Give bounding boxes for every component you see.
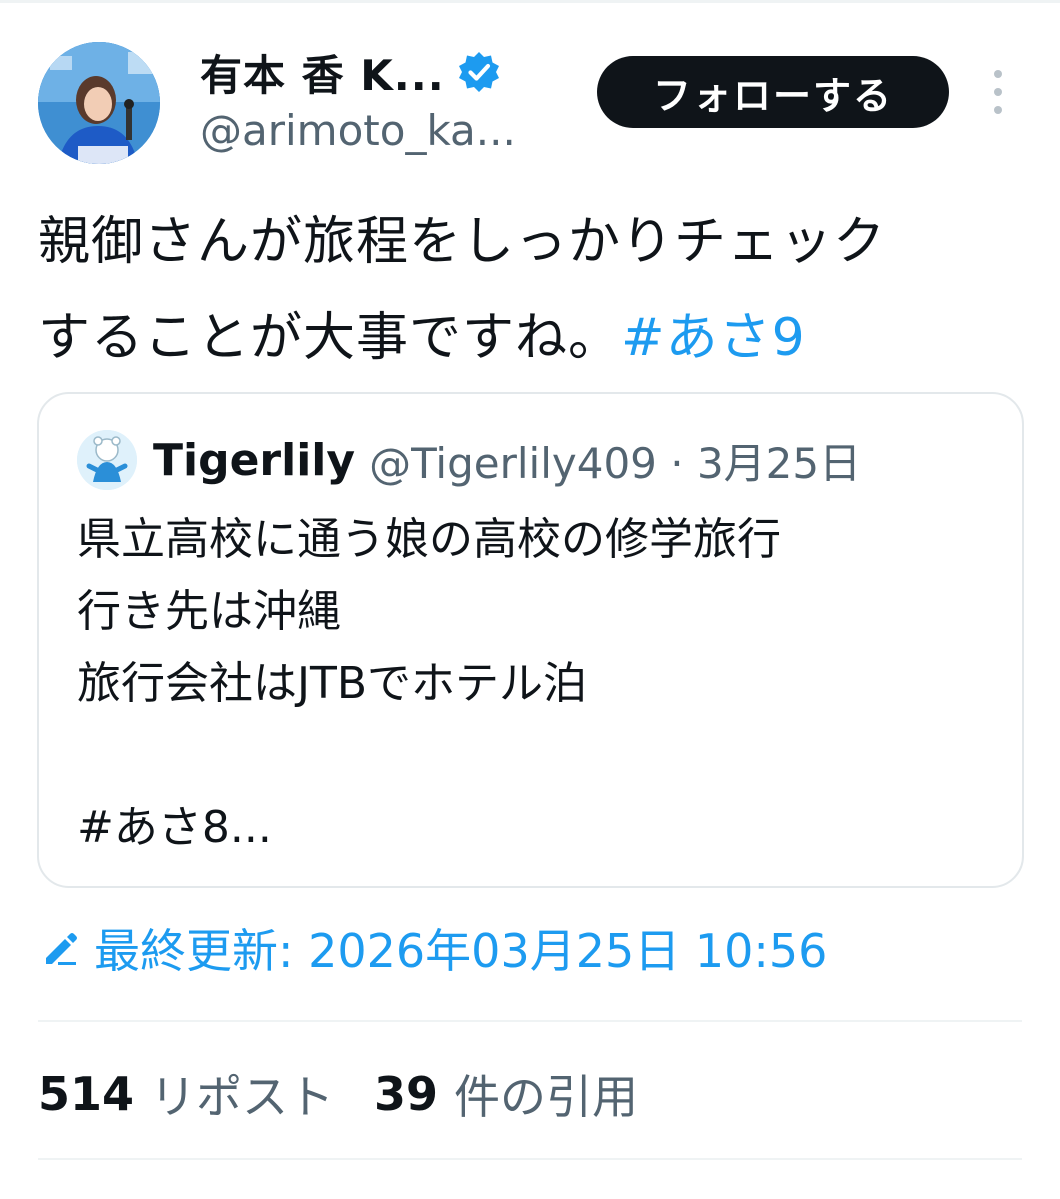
quoted-tweet-header: Tigerlily @Tigerlily409 · 3月25日 [77,430,861,490]
tweet-text: 親御さんが旅程をしっかりチェック することが大事ですね。#あさ9 [38,194,1028,386]
verified-badge-icon [458,52,499,92]
divider [38,1158,1022,1160]
tweet-text-fragment: することが大事ですね。 [38,308,622,368]
more-dot [994,106,1002,114]
engagement-stats: 514 リポスト 39 件の引用 [38,1062,678,1126]
author-handle[interactable]: @arimoto_ka... [200,106,516,155]
quoted-author-avatar [77,430,137,490]
more-dot [994,70,1002,78]
author-avatar[interactable] [38,42,160,164]
reposts-label[interactable]: リポスト [150,1061,334,1127]
author-display-name[interactable]: 有本 香 K... [200,42,445,103]
quoted-text-line: #あさ8... [77,802,272,853]
edited-text[interactable]: 最終更新: 2026年03月25日 10:56 [94,915,827,981]
top-divider [0,0,1060,3]
quotes-label[interactable]: 件の引用 [454,1061,638,1127]
edited-indicator[interactable]: 最終更新: 2026年03月25日 10:56 [40,916,827,980]
pencil-edit-icon [46,933,77,965]
follow-button[interactable]: フォローする [597,56,949,128]
tweet-text-line: 親御さんが旅程をしっかりチェック [38,212,887,272]
quotes-count[interactable]: 39 [374,1067,438,1121]
quoted-tweet-text: 県立高校に通う娘の高校の修学旅行 行き先は沖縄 旅行会社はJTBでホテル泊 #あ… [77,504,997,864]
quoted-author-handle-date: @Tigerlily409 · 3月25日 [369,438,862,488]
author-name-row[interactable]: 有本 香 K... [200,44,501,100]
quoted-tweet-card[interactable]: Tigerlily @Tigerlily409 · 3月25日 県立高校に通う娘… [37,392,1024,888]
quoted-text-line: 行き先は沖縄 [77,586,341,637]
more-dot [994,88,1002,96]
hashtag-link[interactable]: #あさ9 [621,308,806,368]
quoted-text-line: 県立高校に通う娘の高校の修学旅行 [77,514,781,565]
quoted-author-name: Tigerlily [153,434,356,486]
tweet-detail: 有本 香 K... @arimoto_ka... フォローする 親御さんが旅程を… [0,0,1060,1199]
quoted-text-line: 旅行会社はJTBでホテル泊 [77,658,588,709]
quoted-text-line [77,720,997,792]
more-vertical-icon[interactable] [988,70,1008,114]
tweet-text-line-2: することが大事ですね。#あさ9 [38,290,1028,386]
divider [38,1020,1022,1022]
reposts-count[interactable]: 514 [38,1067,134,1121]
